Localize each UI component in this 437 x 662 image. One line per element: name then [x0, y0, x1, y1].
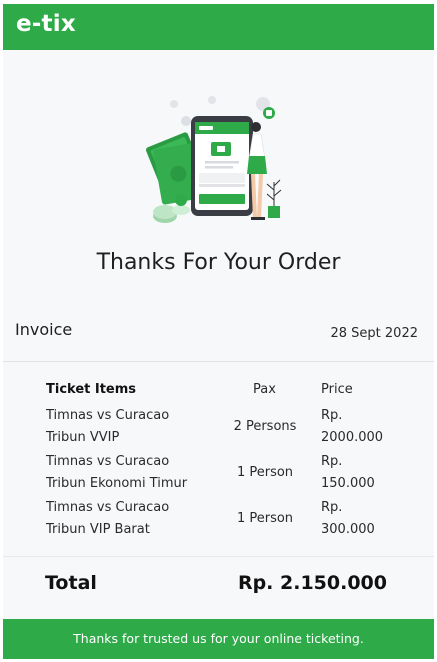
app-header: e-tix: [3, 4, 434, 50]
seat-section: Tribun VIP Barat: [46, 522, 150, 537]
column-header-price: Price: [321, 382, 353, 397]
column-header-pax: Pax: [253, 382, 276, 397]
table-row: Timnas vs Curacao Tribun Ekonomi Timur 1…: [3, 454, 434, 500]
table-row: Timnas vs Curacao Tribun VVIP 2 Persons …: [3, 408, 434, 454]
footer-banner: Thanks for trusted us for your online ti…: [3, 619, 434, 659]
pax-count: 1 Person: [236, 511, 294, 526]
total-divider: [3, 556, 434, 557]
price-currency: Rp.: [321, 500, 343, 515]
total-label: Total: [45, 572, 97, 594]
pax-count: 1 Person: [236, 465, 294, 480]
page-title: Thanks For Your Order: [96, 250, 341, 275]
price-currency: Rp.: [321, 454, 343, 469]
pax-count: 2 Persons: [233, 419, 297, 434]
match-name: Timnas vs Curacao: [46, 454, 170, 469]
order-illustration: [143, 94, 293, 229]
price-amount: 300.000: [321, 522, 375, 537]
match-name: Timnas vs Curacao: [46, 500, 170, 515]
column-header-items: Ticket Items: [46, 382, 137, 397]
total-value: Rp. 2.150.000: [237, 572, 387, 594]
brand-logo[interactable]: e-tix: [16, 11, 76, 37]
seat-section: Tribun Ekonomi Timur: [46, 476, 188, 491]
price-currency: Rp.: [321, 408, 343, 423]
seat-section: Tribun VVIP: [46, 430, 120, 445]
invoice-header: Invoice 28 Sept 2022: [3, 304, 434, 362]
page-frame: e-tix Thanks For Your Order Invoice 28 S…: [3, 4, 434, 659]
price-amount: 2000.000: [321, 430, 384, 445]
invoice-date: 28 Sept 2022: [330, 326, 419, 341]
invoice-label: Invoice: [15, 320, 73, 339]
price-amount: 150.000: [321, 476, 375, 491]
table-row: Timnas vs Curacao Tribun VIP Barat 1 Per…: [3, 500, 434, 546]
match-name: Timnas vs Curacao: [46, 408, 170, 423]
